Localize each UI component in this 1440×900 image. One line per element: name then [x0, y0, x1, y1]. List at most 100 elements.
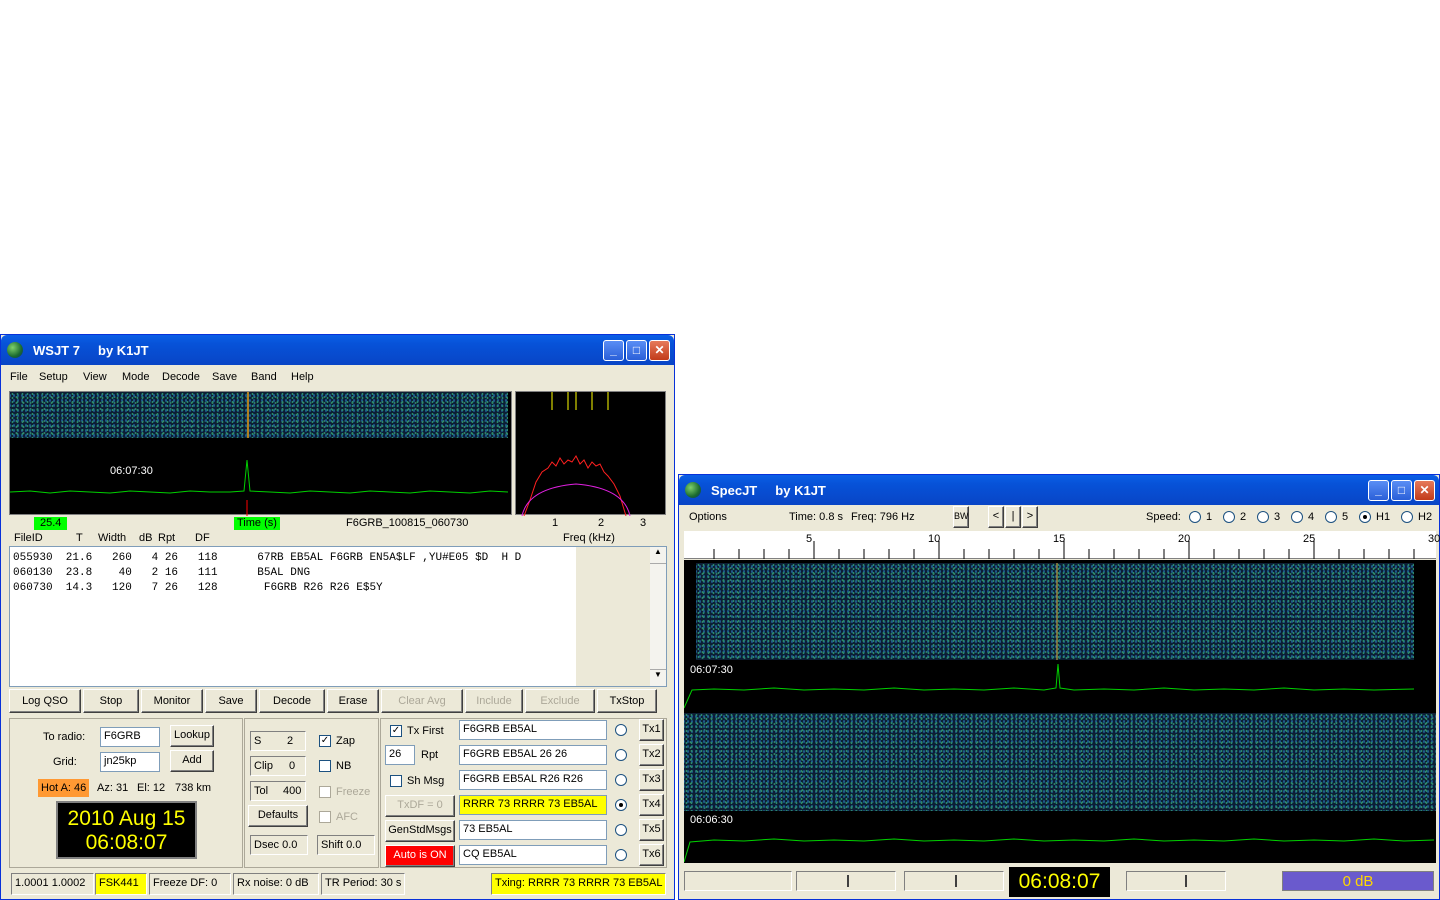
exclude-button[interactable]: Exclude [525, 689, 595, 713]
minimize-icon[interactable]: _ [1368, 480, 1389, 501]
slider-3[interactable] [904, 871, 1004, 891]
tx-radio-6[interactable] [615, 849, 627, 861]
tx-radio-5[interactable] [615, 824, 627, 836]
s-field[interactable]: S2 [250, 731, 306, 751]
decode-button[interactable]: Decode [259, 689, 325, 713]
clip-label: Clip [254, 760, 273, 772]
tx-radio-1[interactable] [615, 724, 627, 736]
txstop-button[interactable]: TxStop [597, 689, 657, 713]
bw-button[interactable]: BW [953, 506, 969, 528]
lookup-button[interactable]: Lookup [170, 725, 214, 747]
speed-radio-3[interactable] [1257, 511, 1269, 523]
decode-line[interactable]: 060130 23.8 40 2 16 111 B5AL DNG [13, 566, 521, 581]
tx5-button[interactable]: Tx5 [639, 819, 664, 841]
menu-decode[interactable]: Decode [162, 371, 200, 383]
nav-next-button[interactable]: > [1022, 506, 1038, 528]
shmsg-label: Sh Msg [407, 775, 445, 787]
nb-checkbox[interactable] [319, 760, 331, 772]
tx-message-4[interactable]: RRRR 73 RRRR 73 EB5AL [459, 795, 607, 815]
zap-checkbox[interactable]: ✓ [319, 735, 331, 747]
shmsg-checkbox[interactable] [390, 775, 402, 787]
minimize-icon[interactable]: _ [603, 340, 624, 361]
grid-field[interactable]: jn25kp [100, 752, 160, 772]
tx3-button[interactable]: Tx3 [639, 769, 664, 791]
status-txing: Txing: RRRR 73 RRRR 73 EB5AL [491, 873, 666, 895]
maximize-icon[interactable]: □ [1391, 480, 1412, 501]
speed-radio-h2[interactable] [1401, 511, 1413, 523]
speed-radio-4[interactable] [1291, 511, 1303, 523]
freq-tick-3: 3 [640, 517, 647, 529]
dsec-field[interactable]: Dsec 0.0 [250, 835, 308, 855]
speed-radio-5[interactable] [1325, 511, 1337, 523]
to-radio-field[interactable]: F6GRB [100, 727, 160, 747]
shift-field[interactable]: Shift 0.0 [317, 835, 375, 855]
tx-radio-3[interactable] [615, 774, 627, 786]
monitor-button[interactable]: Monitor [141, 689, 203, 713]
globe-icon [685, 482, 701, 498]
tx4-button[interactable]: Tx4 [639, 794, 664, 816]
close-icon[interactable]: ✕ [1414, 480, 1435, 501]
wsjt-titlebar[interactable]: WSJT 7 by K1JT _ □ ✕ [1, 335, 674, 365]
tx-message-5[interactable]: 73 EB5AL [459, 820, 607, 840]
erase-button[interactable]: Erase [327, 689, 379, 713]
specjt-titlebar[interactable]: SpecJT by K1JT _ □ ✕ [679, 475, 1439, 505]
nav-pause-button[interactable]: | [1005, 506, 1021, 528]
tx-message-1[interactable]: F6GRB EB5AL [459, 720, 607, 740]
freeze-checkbox[interactable] [319, 786, 331, 798]
freq-tick-label: 30 [1428, 533, 1440, 545]
maximize-icon[interactable]: □ [626, 340, 647, 361]
slider-2[interactable] [796, 871, 896, 891]
slider-1[interactable] [684, 871, 792, 891]
tx-radio-2[interactable] [615, 749, 627, 761]
defaults-button[interactable]: Defaults [248, 805, 308, 827]
afc-checkbox[interactable] [319, 811, 331, 823]
status-tr-period: TR Period: 30 s [321, 873, 405, 895]
menu-file[interactable]: File [10, 371, 28, 383]
tx-message-6[interactable]: CQ EB5AL [459, 845, 607, 865]
col-header-t: T [76, 532, 83, 544]
tx2-button[interactable]: Tx2 [639, 744, 664, 766]
speed-radio-h1[interactable] [1359, 511, 1371, 523]
menu-band[interactable]: Band [251, 371, 277, 383]
auto-button[interactable]: Auto is ON [385, 845, 455, 867]
slider-4[interactable] [1126, 871, 1226, 891]
specjt-waterfall: 06:07:30 06:06:30 [684, 560, 1436, 863]
options-menu[interactable]: Options [689, 511, 727, 523]
menu-save[interactable]: Save [212, 371, 237, 383]
tx6-button[interactable]: Tx6 [639, 844, 664, 866]
rpt-field[interactable]: 26 [385, 745, 415, 765]
clock-text: 06:08:07 [85, 831, 168, 854]
add-button[interactable]: Add [170, 750, 214, 772]
tx-message-3[interactable]: F6GRB EB5AL R26 R26 [459, 770, 607, 790]
txfirst-checkbox[interactable]: ✓ [390, 725, 402, 737]
status-dfs: 1.0001 1.0002 [11, 873, 94, 895]
clip-field[interactable]: Clip 0 [250, 756, 306, 776]
decode-line[interactable]: 055930 21.6 260 4 26 118 67RB EB5AL F6GR… [13, 551, 521, 566]
menu-help[interactable]: Help [291, 371, 314, 383]
speed-radio-2[interactable] [1223, 511, 1235, 523]
nav-prev-button[interactable]: < [988, 506, 1004, 528]
tx-radio-4[interactable] [615, 799, 627, 811]
decoded-text-area[interactable]: 055930 21.6 260 4 26 118 67RB EB5AL F6GR… [9, 546, 667, 687]
speed-radio-1[interactable] [1189, 511, 1201, 523]
txdf-button[interactable]: TxDF = 0 [385, 795, 455, 817]
save-button[interactable]: Save [205, 689, 257, 713]
clear-avg-button[interactable]: Clear Avg [381, 689, 463, 713]
spectrum-svg [521, 392, 631, 517]
tx1-button[interactable]: Tx1 [639, 719, 664, 741]
menu-mode[interactable]: Mode [122, 371, 150, 383]
stop-button[interactable]: Stop [83, 689, 139, 713]
menu-setup[interactable]: Setup [39, 371, 68, 383]
log-qso-button[interactable]: Log QSO [9, 689, 81, 713]
specjt-traces [684, 663, 1435, 863]
decode-line[interactable]: 060730 14.3 120 7 26 128 F6GRB R26 R26 E… [13, 581, 521, 596]
close-icon[interactable]: ✕ [649, 340, 670, 361]
tol-field[interactable]: Tol 400 [250, 781, 306, 801]
hot-badge: Hot A: 46 [38, 779, 90, 797]
scrollbar[interactable]: ▲ ▼ [649, 547, 666, 686]
menu-view[interactable]: View [83, 371, 107, 383]
status-rx-noise: Rx noise: 0 dB [233, 873, 319, 895]
tx-message-2[interactable]: F6GRB EB5AL 26 26 [459, 745, 607, 765]
genstdmsgs-button[interactable]: GenStdMsgs [385, 820, 455, 842]
include-button[interactable]: Include [465, 689, 523, 713]
